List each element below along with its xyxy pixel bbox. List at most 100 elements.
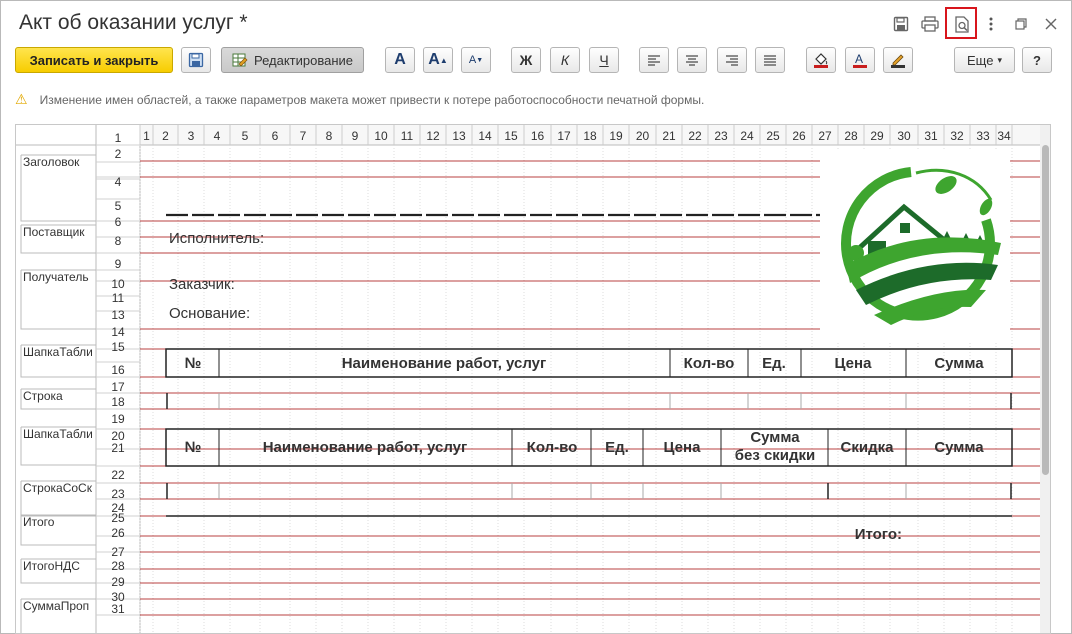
more-button[interactable]: Еще ▾ [954,47,1015,73]
column-header-33[interactable]: 33 [976,129,990,143]
area-name[interactable]: Заголовок [23,155,80,169]
font-button[interactable]: A [385,47,415,73]
row-header-10[interactable]: 10 [111,277,125,291]
column-header-34[interactable]: 34 [997,129,1011,143]
row-header-4[interactable]: 4 [115,175,122,189]
align-center-button[interactable] [677,47,707,73]
column-header-22[interactable]: 22 [688,129,702,143]
area-name[interactable]: Итого [23,515,55,529]
vertical-scrollbar[interactable] [1040,125,1050,633]
row-header-25[interactable]: 25 [111,511,125,525]
area-name[interactable]: Получатель [23,270,89,284]
row-header-8[interactable]: 8 [115,234,122,248]
column-header-6[interactable]: 6 [272,129,279,143]
column-header-14[interactable]: 14 [478,129,492,143]
column-header-11[interactable]: 11 [401,129,414,143]
row-header-16[interactable]: 16 [111,363,125,377]
underline-button[interactable]: Ч [589,47,619,73]
area-name[interactable]: ИтогоНДС [23,559,80,573]
column-header-18[interactable]: 18 [583,129,597,143]
row-header-13[interactable]: 13 [111,308,125,322]
area-name[interactable]: СуммаПроп [23,599,89,613]
column-header-17[interactable]: 17 [557,129,571,143]
column-header-31[interactable]: 31 [924,129,938,143]
bold-button[interactable]: Ж [511,47,541,73]
row-header-22[interactable]: 22 [111,468,125,482]
restore-window-icon[interactable] [1011,14,1031,34]
area-name[interactable]: СтрокаСоСк [23,481,93,495]
column-header-7[interactable]: 7 [300,129,307,143]
column-header-29[interactable]: 29 [870,129,884,143]
column-header-13[interactable]: 13 [452,129,466,143]
column-header-21[interactable]: 21 [662,129,676,143]
column-header-32[interactable]: 32 [950,129,964,143]
column-header-1[interactable]: 1 [143,129,150,143]
column-header-24[interactable]: 24 [740,129,754,143]
column-header-16[interactable]: 16 [531,129,545,143]
column-header-10[interactable]: 10 [374,129,388,143]
row-header-26[interactable]: 26 [111,526,125,540]
column-header-27[interactable]: 27 [818,129,832,143]
column-header-28[interactable]: 28 [844,129,858,143]
floppy-icon [188,52,204,68]
row-header-5[interactable]: 5 [115,199,122,213]
row-header-27[interactable]: 27 [111,545,125,559]
fill-color-button[interactable] [806,47,836,73]
row-header-2[interactable]: 2 [115,147,122,161]
row-header-6[interactable]: 6 [115,215,122,229]
total-label: Итого: [855,526,902,543]
border-color-button[interactable] [883,47,913,73]
column-header-26[interactable]: 26 [792,129,806,143]
row-header-9[interactable]: 9 [115,257,122,271]
scrollbar-thumb[interactable] [1042,145,1049,475]
row-header-11[interactable]: 11 [112,291,125,305]
font-increase-button[interactable]: A ▲ [423,47,453,73]
area-name[interactable]: ШапкаТабли [23,345,93,359]
help-button[interactable]: ? [1022,47,1052,73]
spreadsheet-editor[interactable]: 1 2 3 4 5 6 7 8 9 10 11 12 13 14 15 16 17 18 19 20 21 22 23 24 2… [15,124,1051,634]
column-header-5[interactable]: 5 [242,129,249,143]
row-header-19[interactable]: 19 [111,412,125,426]
text-color-button[interactable]: A [845,47,875,73]
align-right-button[interactable] [717,47,747,73]
text-color-icon: A [853,52,867,68]
align-justify-button[interactable] [755,47,785,73]
row-header-18[interactable]: 18 [111,395,125,409]
print-icon[interactable] [920,14,940,34]
column-header-12[interactable]: 12 [426,129,440,143]
italic-button[interactable]: К [550,47,580,73]
t1-sum-header: Сумма [934,355,984,372]
column-header-25[interactable]: 25 [766,129,780,143]
area-name[interactable]: Поставщик [23,225,85,239]
row-header-31[interactable]: 31 [111,602,125,616]
row-header-29[interactable]: 29 [111,575,125,589]
column-header-9[interactable]: 9 [352,129,359,143]
save-icon[interactable] [891,14,911,34]
column-header-23[interactable]: 23 [714,129,728,143]
row-header-21[interactable]: 21 [111,441,125,455]
column-header-3[interactable]: 3 [188,129,195,143]
column-header-8[interactable]: 8 [326,129,333,143]
area-name[interactable]: ШапкаТабли [23,427,93,441]
area-name[interactable]: Строка [23,389,63,403]
row-header-28[interactable]: 28 [111,559,125,573]
column-header-15[interactable]: 15 [504,129,518,143]
row-header-23[interactable]: 23 [111,487,125,501]
close-icon[interactable] [1041,14,1061,34]
row-header-1[interactable]: 1 [115,131,122,145]
font-decrease-button[interactable]: A ▼ [461,47,491,73]
more-vertical-icon[interactable] [981,14,1001,34]
pencil-icon [891,54,905,68]
save-button[interactable] [181,47,211,73]
edit-mode-button[interactable]: Редактирование [221,47,364,73]
save-and-close-button[interactable]: Записать и закрыть [15,47,173,73]
align-left-button[interactable] [639,47,669,73]
row-header-17[interactable]: 17 [111,380,125,394]
row-header-15[interactable]: 15 [111,340,125,354]
column-header-20[interactable]: 20 [636,129,650,143]
row-header-14[interactable]: 14 [111,325,125,339]
column-header-30[interactable]: 30 [897,129,911,143]
column-header-4[interactable]: 4 [214,129,221,143]
column-header-19[interactable]: 19 [609,129,623,143]
column-header-2[interactable]: 2 [162,129,169,143]
